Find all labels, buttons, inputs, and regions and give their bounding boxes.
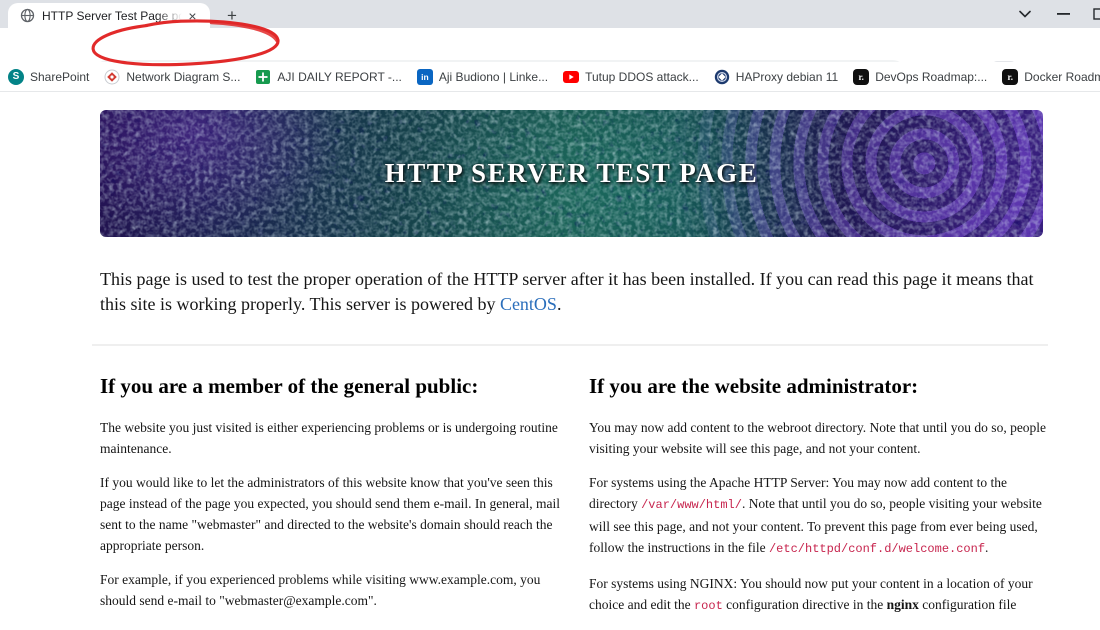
intro-paragraph: This page is used to test the proper ope… bbox=[100, 267, 1042, 317]
general-public-column: If you are a member of the general publi… bbox=[100, 360, 562, 630]
roadmap-icon: r. bbox=[853, 68, 870, 85]
web-page-content: HTTP SERVER TEST PAGE This page is used … bbox=[0, 92, 1100, 619]
globe-favicon-icon bbox=[20, 8, 35, 23]
nginx-text-b: configuration directive in the bbox=[722, 597, 887, 612]
roadmap-icon: r. bbox=[1002, 68, 1019, 85]
linkedin-icon: in bbox=[416, 68, 433, 85]
bookmark-linkedin[interactable]: in Aji Budiono | Linke... bbox=[416, 68, 548, 85]
administrator-heading: If you are the website administrator: bbox=[589, 374, 919, 398]
bookmark-youtube[interactable]: Tutup DDOS attack... bbox=[563, 69, 699, 85]
centos-link[interactable]: CentOS bbox=[500, 294, 557, 314]
network-diagram-icon bbox=[104, 69, 120, 85]
tab-close-icon[interactable]: × bbox=[184, 7, 201, 24]
intro-text: This page is used to test the proper ope… bbox=[100, 269, 1034, 314]
bookmark-devops-roadmap[interactable]: r. DevOps Roadmap:... bbox=[853, 68, 987, 85]
tab-strip: HTTP Server Test Page powered × + bbox=[0, 0, 1100, 28]
new-tab-button[interactable]: + bbox=[221, 5, 243, 27]
tab-search-chevron-icon[interactable] bbox=[1010, 0, 1040, 28]
code-webroot-path: /var/www/html/ bbox=[641, 498, 742, 512]
nginx-bold: nginx bbox=[886, 597, 919, 612]
administrator-column: If you are the website administrator: Yo… bbox=[589, 360, 1047, 630]
public-paragraph-1: The website you just visited is either e… bbox=[100, 420, 558, 456]
admin-paragraph-1: You may now add content to the webroot d… bbox=[589, 420, 1047, 456]
intro-suffix: . bbox=[556, 294, 562, 314]
test-page-banner: HTTP SERVER TEST PAGE bbox=[100, 110, 1043, 237]
code-welcome-conf-path: /etc/httpd/conf.d/welcome.conf bbox=[768, 542, 986, 556]
public-paragraph-2: If you would like to let the administrat… bbox=[100, 475, 560, 553]
bookmark-network-diagram[interactable]: Network Diagram S... bbox=[104, 69, 240, 85]
bookmark-haproxy[interactable]: HAProxy debian 11 bbox=[714, 69, 838, 85]
browser-tab[interactable]: HTTP Server Test Page powered × bbox=[8, 3, 210, 28]
spreadsheet-icon bbox=[255, 69, 271, 85]
divider bbox=[92, 344, 1048, 346]
youtube-icon bbox=[563, 69, 580, 85]
tab-title: HTTP Server Test Page powered bbox=[42, 8, 182, 23]
haproxy-icon bbox=[714, 69, 730, 85]
public-paragraph-3: For example, if you experienced problems… bbox=[100, 572, 541, 608]
nginx-text-c: configuration file bbox=[918, 597, 1017, 612]
window-maximize-button[interactable] bbox=[1088, 0, 1100, 28]
general-public-heading: If you are a member of the general publi… bbox=[100, 374, 479, 398]
bookmark-aji-daily-report[interactable]: AJI DAILY REPORT -... bbox=[255, 69, 402, 85]
admin-paragraph-nginx: For systems using NGINX: You should now … bbox=[589, 573, 1047, 617]
admin-paragraph-apache: For systems using the Apache HTTP Server… bbox=[589, 472, 1047, 560]
window-minimize-button[interactable] bbox=[1048, 0, 1078, 28]
page-title: HTTP SERVER TEST PAGE bbox=[384, 158, 759, 188]
bookmark-sharepoint[interactable]: S SharePoint bbox=[8, 68, 89, 85]
apache-text-c: . bbox=[985, 540, 989, 555]
two-column-section: If you are a member of the general publi… bbox=[100, 360, 1047, 630]
code-root-directive: root bbox=[693, 599, 723, 613]
bookmark-docker-roadmap[interactable]: r. Docker Roadmap -... bbox=[1002, 68, 1100, 85]
browser-toolbar: Not secure 192.168.77.83 A bbox=[0, 28, 1100, 87]
sharepoint-icon: S bbox=[8, 68, 24, 85]
bookmarks-bar: S SharePoint Network Diagram S... AJI DA… bbox=[0, 62, 1100, 91]
